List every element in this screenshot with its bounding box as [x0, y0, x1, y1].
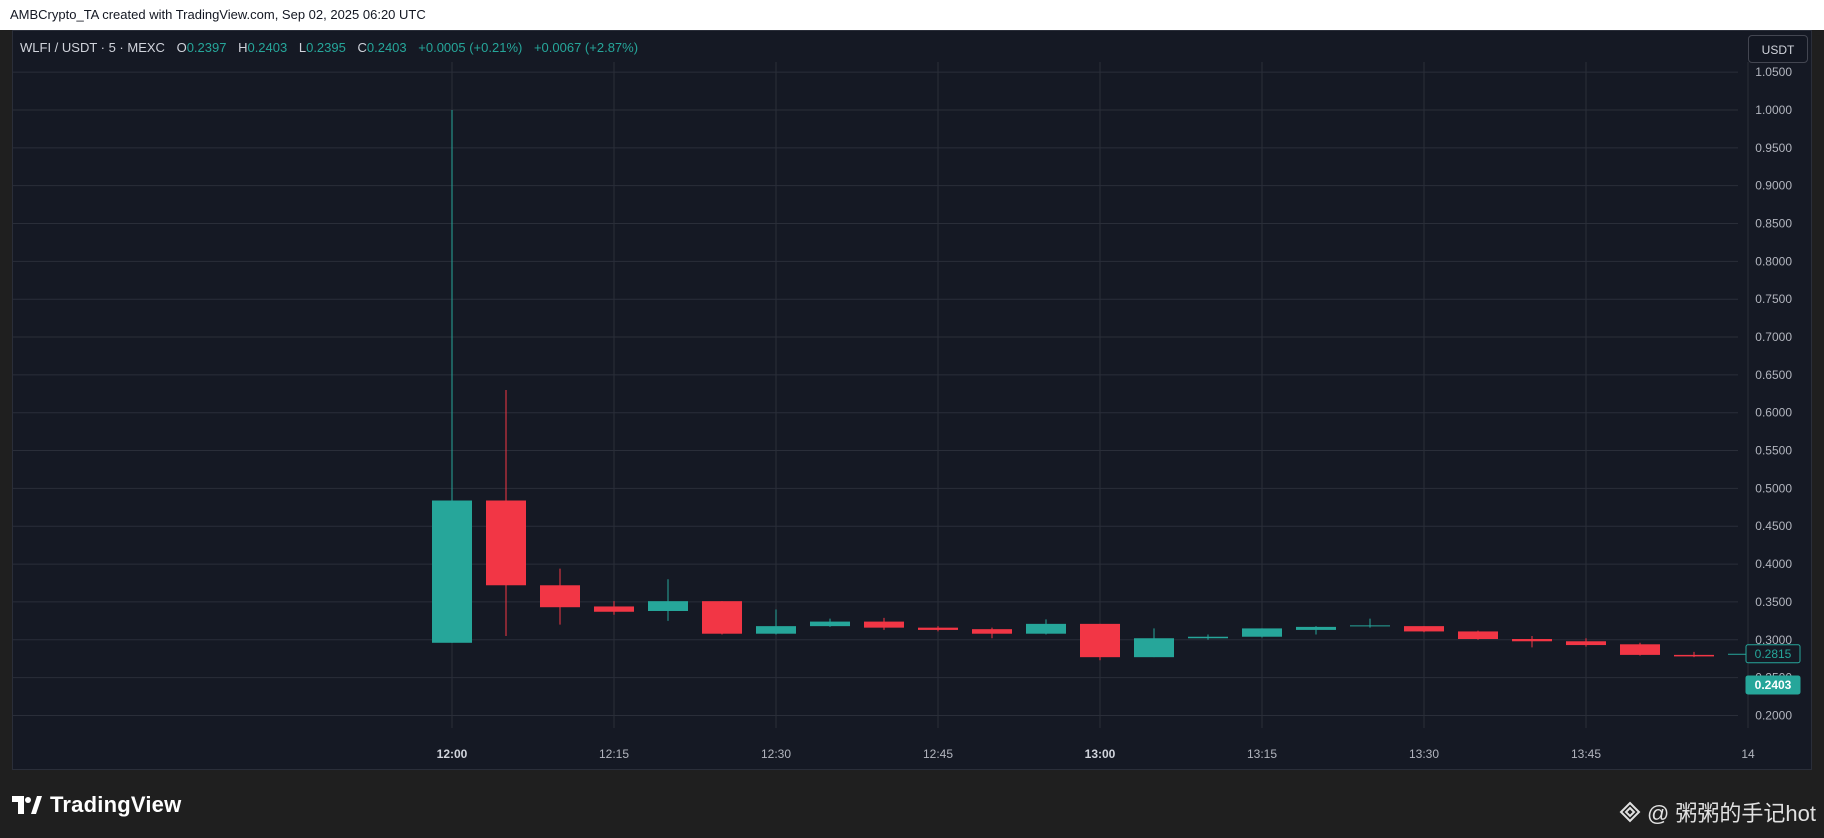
- price-label: 0.2403: [1755, 678, 1792, 692]
- watermark: @ 粥粥的手记hot: [1619, 796, 1816, 828]
- x-tick-label: 13:00: [1085, 747, 1116, 761]
- x-tick-label: 13:30: [1409, 747, 1439, 761]
- candle-body: [702, 601, 742, 634]
- candle-body: [1242, 628, 1282, 637]
- open-label: O: [176, 40, 187, 55]
- candle-body: [972, 629, 1012, 634]
- x-tick-label: 14: [1741, 747, 1755, 761]
- x-tick-label: 12:30: [761, 747, 791, 761]
- candle-body: [540, 585, 580, 608]
- y-tick-label: 0.9000: [1755, 179, 1792, 193]
- y-tick-label: 1.0000: [1755, 103, 1792, 117]
- price-label: 0.2815: [1755, 647, 1792, 661]
- candle-body: [864, 621, 904, 628]
- candle-body: [486, 500, 526, 586]
- candle-body: [756, 626, 796, 634]
- y-tick-label: 0.7500: [1755, 292, 1792, 306]
- x-tick-label: 12:15: [599, 747, 629, 761]
- y-tick-label: 0.8500: [1755, 217, 1792, 231]
- y-tick-label: 0.6000: [1755, 406, 1792, 420]
- x-axis[interactable]: 12:00 12:15 12:30 12:45 13:00 13:15 13:30 13:45…: [437, 747, 1755, 761]
- candle-body: [1512, 639, 1552, 642]
- candle-body: [1566, 641, 1606, 646]
- x-tick-label: 12:45: [923, 747, 953, 761]
- candle-body: [1350, 625, 1390, 627]
- candle-body: [1458, 631, 1498, 640]
- candle-body: [1674, 654, 1714, 657]
- y-tick-label: 0.7000: [1755, 330, 1792, 344]
- y-tick-label: 0.6500: [1755, 368, 1792, 382]
- candle-body: [1080, 623, 1120, 658]
- y-tick-label: 0.9500: [1755, 141, 1792, 155]
- high-value: 0.2403: [247, 40, 288, 55]
- y-tick-label: 0.5000: [1755, 481, 1792, 495]
- candle-body: [1026, 623, 1066, 634]
- y-tick-label: 0.2000: [1755, 708, 1792, 722]
- close-value: 0.2403: [366, 40, 407, 55]
- y-tick-label: 0.8000: [1755, 254, 1792, 268]
- watermark-text: @ 粥粥的手记hot: [1646, 801, 1816, 826]
- y-axis[interactable]: 0.20000.25000.30000.35000.40000.45000.50…: [1755, 65, 1792, 722]
- candle-body: [1404, 626, 1444, 632]
- candle-body: [1296, 626, 1336, 630]
- close-label: C: [357, 40, 367, 55]
- y-tick-label: 0.3500: [1755, 595, 1792, 609]
- candle-body: [1134, 638, 1174, 658]
- x-tick-label: 13:15: [1247, 747, 1277, 761]
- tradingview-logo-text: TradingView: [50, 792, 182, 817]
- change-value: +0.0005 (+0.21%): [418, 40, 523, 55]
- grid-lines: [13, 62, 1749, 728]
- currency-button[interactable]: USDT: [1748, 35, 1808, 63]
- y-tick-label: 1.0500: [1755, 65, 1792, 79]
- y-tick-label: 0.4500: [1755, 519, 1792, 533]
- y-tick-label: 0.5500: [1755, 444, 1792, 458]
- candle-body: [918, 627, 958, 630]
- candle-body: [594, 606, 634, 612]
- x-tick-label: 12:00: [437, 747, 468, 761]
- candle-body: [810, 621, 850, 627]
- diamond-icon: [1619, 801, 1641, 823]
- candle-body: [1188, 636, 1228, 639]
- y-tick-label: 0.4000: [1755, 557, 1792, 571]
- symbol-label[interactable]: WLFI / USDT · 5 · MEXC: [20, 40, 165, 55]
- candlestick-chart[interactable]: 0.20000.25000.30000.35000.40000.45000.50…: [0, 0, 1824, 770]
- price-labels: 0.2815 0.2403: [1745, 644, 1801, 695]
- candle-body: [432, 500, 472, 643]
- ohlc-legend[interactable]: WLFI / USDT · 5 · MEXC O0.2397 H0.2403 L…: [20, 40, 638, 55]
- candle-body: [1620, 644, 1660, 655]
- footer: [0, 770, 1824, 838]
- x-tick-label: 13:45: [1571, 747, 1601, 761]
- low-label: L: [298, 40, 307, 55]
- open-value: 0.2397: [186, 40, 227, 55]
- tradingview-logo[interactable]: TradingView: [12, 792, 181, 818]
- candle-body: [648, 601, 688, 612]
- tradingview-logo-icon: [12, 796, 42, 814]
- change-long-value: +0.0067 (+2.87%): [533, 40, 639, 55]
- low-value: 0.2395: [306, 40, 346, 55]
